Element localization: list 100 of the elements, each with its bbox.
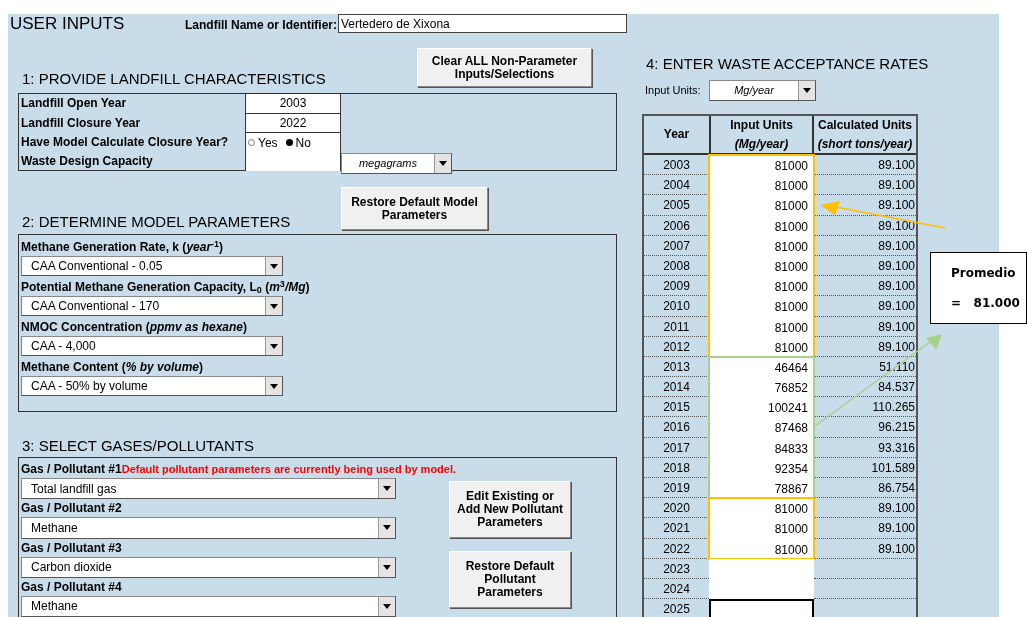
table-cell: 2019 [644,478,709,499]
table-cell: 89.100 [814,175,916,196]
radio-button[interactable]: No [285,133,311,152]
input-cell[interactable]: 81000 [709,276,814,297]
table-cell: 2017 [644,437,709,458]
input-cell[interactable]: 81000 [709,518,814,539]
field-label: Gas / Pollutant #1 [21,461,122,478]
table-cell: 2013 [644,356,709,378]
button[interactable]: Restore Default Pollutant Parameters [449,551,571,608]
field-label: Methane Generation Rate, k (year$^{-1}$) [21,238,225,256]
dropdown[interactable]: Methane [21,517,396,539]
dropdown[interactable]: Mg/year [709,80,816,101]
caret-icon [383,603,391,609]
table-cell: 89.100 [814,215,916,236]
table-cell: 2005 [644,195,709,216]
table-cell: 2014 [644,377,709,398]
table-cell: 110.265 [814,397,916,418]
table-cell: 101.589 [814,457,916,478]
field-label: Input Units: [645,83,702,99]
dropdown[interactable]: CAA - 4,000 [21,336,283,356]
dropdown[interactable]: Carbon dioxide [21,556,396,578]
table-cell: 84.537 [814,377,916,398]
caret-icon [383,486,391,492]
caret-icon [383,525,391,531]
caret-icon [270,343,278,349]
section-title: 1: PROVIDE LANDFILL CHARACTERISTICS [21,71,327,87]
table-cell: 2020 [644,498,709,519]
table-cell: 2011 [644,316,709,337]
input-cell[interactable]: 78867 [709,478,814,499]
table-cell: 89.100 [814,316,916,337]
column-header: Calculated Units (short tons/year) [816,116,914,153]
input-cell[interactable]: 76852 [709,377,814,398]
table-cell: 2007 [644,235,709,256]
table-cell: 89.100 [814,235,916,256]
table-cell: 2016 [644,417,709,438]
column-header: Year [662,126,691,143]
input-cell[interactable]: 100241 [709,397,814,418]
field-label: Potential Methane Generation Capacity, L$_{0}$ (m$^{3}$/Mg) [21,278,311,296]
caret-icon [383,564,391,570]
dropdown[interactable]: Methane [21,595,396,617]
input-field[interactable]: 2022 [246,113,341,133]
table-cell: 2021 [644,518,709,539]
table-cell: 89.100 [814,255,916,277]
field-label: Gas / Pollutant #4 [21,578,123,596]
section-title: 4: ENTER WASTE ACCEPTANCE RATES [645,56,930,72]
table-cell: 89.100 [814,155,916,176]
table-cell: 89.100 [814,336,916,357]
callout-title: Promedio [951,265,1017,282]
dropdown[interactable]: CAA Conventional - 0.05 [21,256,283,276]
section-title: 2: DETERMINE MODEL PARAMETERS [21,214,292,230]
table-cell: 2015 [644,397,709,418]
caret-icon [439,161,447,166]
section-title: 3: SELECT GASES/POLLUTANTS [21,438,256,454]
caret-icon [803,88,811,93]
table-cell: 93.316 [814,437,916,458]
dropdown[interactable]: CAA Conventional - 170 [21,296,283,316]
field-label: Landfill Name or Identifier: [184,17,338,34]
dropdown[interactable]: Total landfill gas [21,478,396,500]
radio-button[interactable]: Yes [248,133,278,152]
caret-icon [270,263,278,269]
button[interactable]: Clear ALL Non-Parameter Inputs/Selections [417,48,592,87]
table-cell: 2009 [644,276,709,297]
column-header: Input Units (Mg/year) [709,116,814,153]
caret-icon [270,383,278,389]
table-cell: 2010 [644,296,709,317]
input-cell[interactable]: 81000 [709,195,814,216]
table-cell: 96.215 [814,417,916,438]
table-cell: 2018 [644,457,709,478]
table-cell: 86.754 [814,478,916,499]
input-field[interactable]: Vertedero de Xixona [338,14,627,33]
table-cell: 89.100 [814,538,916,559]
field-label: Methane Content (% by volume) [21,359,205,376]
table-cell: 2003 [644,155,709,176]
input-cell[interactable]: 81000 [709,296,814,317]
dropdown[interactable]: CAA - 50% by volume [21,376,283,396]
button[interactable]: Edit Existing or Add New Pollutant Parameters [449,481,571,538]
callout-value: = 81.000 [951,295,1021,312]
caret-icon [270,303,278,309]
button[interactable]: Restore Default Model Parameters [341,187,488,230]
table-cell: 51.110 [814,356,916,378]
input-cell[interactable] [709,599,814,617]
table-cell: 89.100 [814,296,916,317]
input-cell[interactable]: 81000 [709,175,814,196]
table-cell: 89.100 [814,498,916,519]
page-title: USER INPUTS [9,14,126,34]
input-field[interactable]: 2003 [246,94,341,114]
table-cell: 2012 [644,336,709,357]
table-cell: 2006 [644,215,709,236]
dropdown[interactable]: megagrams [341,153,452,174]
table-cell: 2022 [644,538,709,559]
notice-text: Default pollutant parameters are currently being used by model. [121,461,457,477]
table-cell: 89.100 [814,276,916,297]
table-cell: 2008 [644,255,709,277]
field-label: Gas / Pollutant #2 [21,500,123,518]
table-cell: 2004 [644,175,709,196]
field-label: Gas / Pollutant #3 [21,539,123,557]
table-cell: 89.100 [814,518,916,539]
input-field[interactable] [246,152,341,171]
field-label: NMOC Concentration (ppmv as hexane) [21,319,249,336]
input-cell[interactable]: 87468 [709,417,814,438]
